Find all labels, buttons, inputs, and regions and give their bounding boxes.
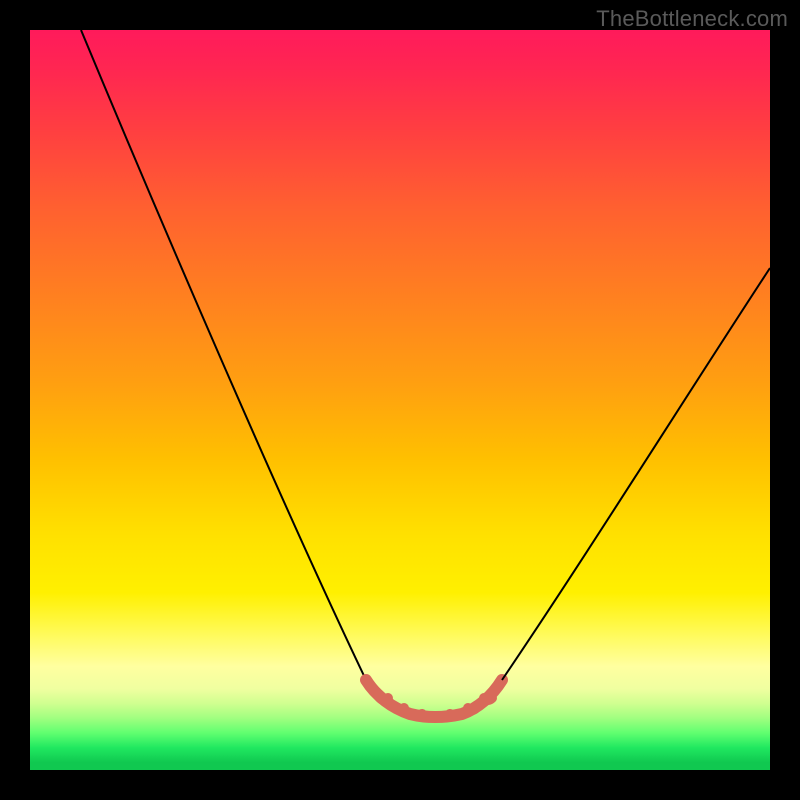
bottleneck-curve (30, 30, 770, 770)
curve-right-arm (502, 268, 770, 680)
watermark-text: TheBottleneck.com (596, 6, 788, 32)
curve-left-arm (81, 30, 366, 680)
chart-stage: TheBottleneck.com (0, 0, 800, 800)
